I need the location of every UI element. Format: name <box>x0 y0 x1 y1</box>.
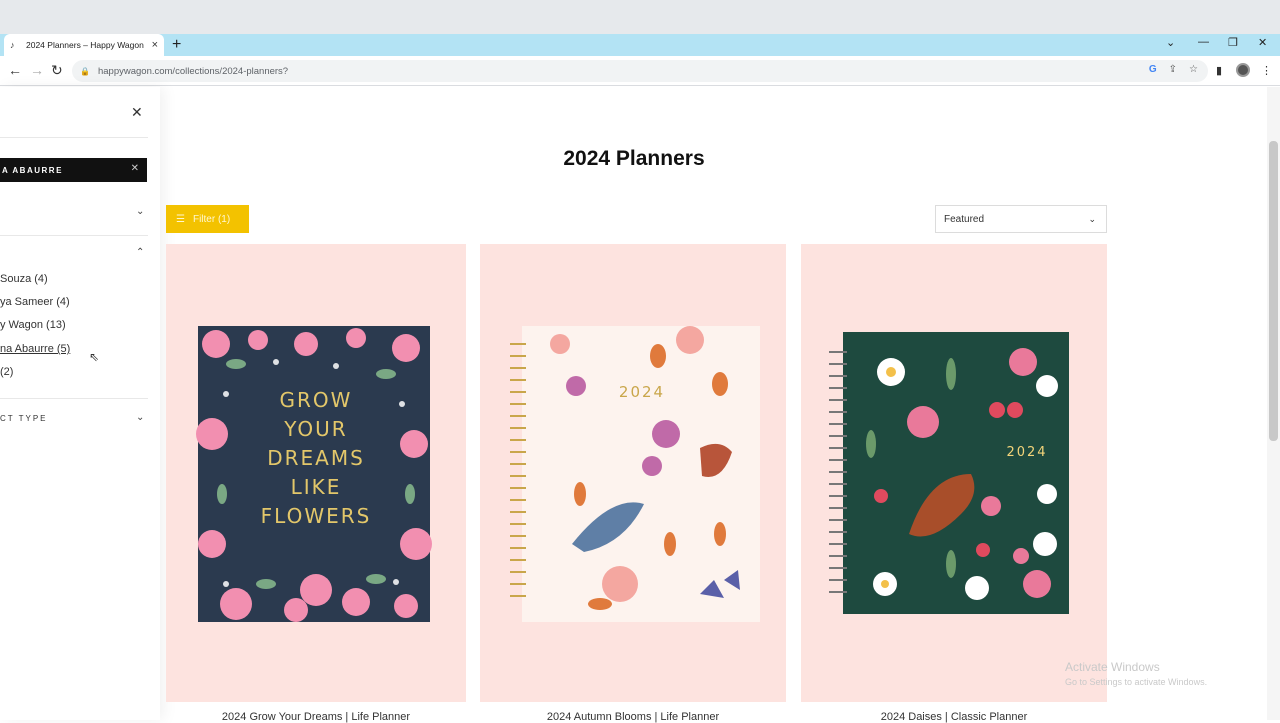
os-top-bar <box>0 0 1280 34</box>
product-image[interactable]: 2024 <box>801 244 1107 702</box>
scrollbar-thumb[interactable] <box>1269 141 1278 441</box>
profile-avatar[interactable] <box>1236 63 1250 77</box>
tab-strip: ♪ 2024 Planners – Happy Wagon × + ⌄ — ❐ … <box>0 34 1280 56</box>
cover-text: LIKE <box>291 475 342 499</box>
bookmark-star-icon[interactable]: ☆ <box>1189 64 1198 75</box>
cover-text: FLOWERS <box>261 504 372 528</box>
product-image[interactable]: GROW YOUR DREAMS LIKE FLOWERS <box>166 244 466 702</box>
sort-select[interactable]: Featured ⌄ <box>935 205 1107 233</box>
restore-icon[interactable]: ❐ <box>1228 36 1238 49</box>
vendor-option[interactable]: y Wagon (13) <box>0 319 66 331</box>
chevron-down-icon: ⌄ <box>1088 214 1096 224</box>
back-icon[interactable]: ← <box>8 62 22 78</box>
divider <box>0 235 148 236</box>
vendor-option-selected[interactable]: na Abaurre (5) <box>0 343 70 355</box>
remove-filter-icon[interactable]: ✕ <box>131 163 139 174</box>
product-card[interactable]: 2024 2024 Daises | Classic Planner <box>801 244 1107 723</box>
filter-button[interactable]: ☰ Filter (1) <box>166 205 249 233</box>
page-title: 2024 Planners <box>563 147 705 170</box>
share-icon[interactable]: ⇪ <box>1169 64 1177 75</box>
product-name[interactable]: 2024 Daises | Classic Planner <box>801 711 1107 723</box>
menu-icon[interactable]: ⋮ <box>1261 64 1272 77</box>
reload-icon[interactable]: ↻ <box>51 62 63 79</box>
product-card[interactable]: 2024 2024 Autumn Blooms | Life Planner <box>480 244 786 723</box>
windows-activation-watermark: Activate Windows Go to Settings to activ… <box>1065 660 1207 687</box>
browser-tab[interactable]: ♪ 2024 Planners – Happy Wagon × <box>4 34 164 56</box>
tab-search-icon[interactable]: ⌄ <box>1166 36 1175 49</box>
product-image[interactable]: 2024 <box>480 244 786 702</box>
mouse-cursor-icon: ⇖ <box>89 350 100 364</box>
favicon-icon: ♪ <box>10 40 15 50</box>
product-name[interactable]: 2024 Autumn Blooms | Life Planner <box>480 711 786 723</box>
vendor-option[interactable]: ya Sameer (4) <box>0 296 70 308</box>
product-type-heading[interactable]: CT TYPE <box>0 414 48 423</box>
tab-title: 2024 Planners – Happy Wagon <box>26 40 144 50</box>
close-window-icon[interactable]: ✕ <box>1258 36 1267 49</box>
sidepanel-icon[interactable]: ▮ <box>1216 64 1222 77</box>
page-scrollbar[interactable] <box>1267 87 1280 720</box>
watermark-line-2: Go to Settings to activate Windows. <box>1065 677 1208 687</box>
vendor-option[interactable]: Souza (4) <box>0 273 48 285</box>
lock-icon: 🔒 <box>80 66 90 76</box>
active-filter-chip[interactable]: A ABAURRE ✕ <box>0 158 147 182</box>
cover-year: 2024 <box>1006 445 1047 460</box>
active-filter-label: A ABAURRE <box>2 165 63 175</box>
filter-label: Filter (1) <box>192 213 231 225</box>
divider <box>0 137 148 138</box>
new-tab-icon[interactable]: + <box>172 35 181 55</box>
cover-text: GROW <box>280 388 353 412</box>
url-text: happywagon.com/collections/2024-planners… <box>97 65 289 77</box>
divider <box>0 398 148 399</box>
close-drawer-icon[interactable]: ✕ <box>131 104 143 121</box>
product-name[interactable]: 2024 Grow Your Dreams | Life Planner <box>166 711 466 723</box>
chevron-down-icon[interactable]: ⌄ <box>136 412 144 423</box>
chevron-up-icon[interactable]: ⌃ <box>136 247 144 258</box>
minimize-icon[interactable]: — <box>1198 36 1209 48</box>
close-tab-icon[interactable]: × <box>152 39 158 51</box>
url-field[interactable]: 🔒 happywagon.com/collections/2024-planne… <box>72 60 1208 82</box>
google-icon[interactable]: G <box>1149 64 1157 75</box>
filter-drawer: ✕ A ABAURRE ✕ ⌄ ⌃ Souza (4) ya Sameer (4… <box>0 87 160 720</box>
cover-year: 2024 <box>619 383 665 401</box>
product-card[interactable]: GROW YOUR DREAMS LIKE FLOWERS 2024 Grow … <box>166 244 466 723</box>
forward-icon[interactable]: → <box>30 62 44 78</box>
filter-icon: ☰ <box>176 213 185 225</box>
chevron-down-icon[interactable]: ⌄ <box>136 206 144 217</box>
cover-text: YOUR <box>283 417 347 441</box>
cover-text: DREAMS <box>267 446 365 470</box>
vendor-option[interactable]: (2) <box>0 366 13 378</box>
address-bar: ← → ↻ 🔒 happywagon.com/collections/2024-… <box>0 56 1280 86</box>
watermark-line-1: Activate Windows <box>1065 660 1160 674</box>
sort-value: Featured <box>944 213 985 225</box>
